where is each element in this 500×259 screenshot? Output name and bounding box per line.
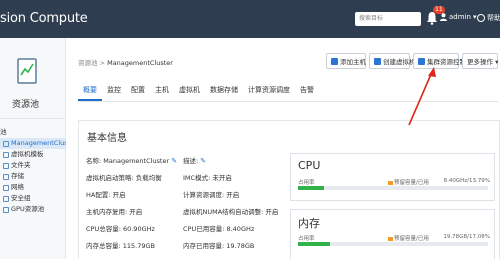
tab-hosts[interactable]: 主机: [150, 82, 174, 101]
search-input[interactable]: 搜索目标: [355, 12, 421, 26]
tree-item-folder[interactable]: 文件夹: [0, 160, 66, 171]
resource-tree: 池 ManagementCluster 虚拟机模板 文件夹 存储 网络 安全组 …: [0, 127, 66, 215]
memory-reserve-legend: 预留容量/已用: [388, 234, 443, 242]
brand-title: sion Compute: [0, 11, 88, 26]
info-description: 描述: ✎: [183, 157, 207, 165]
info-cpu-total: CPU总容量: 60.90GHz: [86, 225, 155, 233]
cluster-icon: [3, 140, 9, 147]
info-imc: IMC模式: 未开启: [183, 174, 232, 182]
info-memory-total: 内存总容量: 115.79GB: [86, 242, 155, 250]
user-name: admin: [449, 13, 471, 21]
gpu-icon: [3, 206, 9, 213]
info-numa: 虚拟机NUMA结构自动调整: 开启: [183, 208, 279, 216]
cpu-title: CPU: [298, 159, 321, 172]
folder-icon: [3, 162, 9, 169]
shield-icon: [3, 195, 9, 202]
info-right-column: 描述: ✎ IMC模式: 未开启 计算资源调度: 开启 虚拟机NUMA结构自动调…: [183, 156, 278, 258]
tab-vms[interactable]: 虚拟机: [174, 82, 205, 101]
tree-item-network[interactable]: 网络: [0, 182, 66, 193]
cluster-resource-control-button[interactable]: 集群资源控制: [413, 53, 466, 69]
cpu-card: CPU 占用率 预留容量/已用 8.40GHz/13.79%: [290, 153, 495, 201]
cpu-stats: 占用率 预留容量/已用 8.40GHz/13.79%: [298, 178, 490, 186]
template-icon: [3, 151, 9, 158]
memory-usage-bar: [298, 242, 488, 246]
edit-icon[interactable]: ✎: [171, 157, 177, 165]
user-icon: [440, 13, 447, 21]
divider: [0, 118, 66, 119]
tab-alarms[interactable]: 告警: [295, 82, 319, 101]
info-name: 名称: ManagementCluster ✎: [86, 157, 178, 165]
cpu-usage-bar: [298, 186, 488, 190]
create-vm-button[interactable]: 创建虚拟机: [369, 53, 416, 69]
create-vm-icon: [374, 57, 381, 65]
info-scheduling: 计算资源调度: 开启: [183, 191, 240, 199]
memory-stats: 占用率 预留容量/已用 19.78GB/17.08%: [298, 234, 490, 242]
tab-resource-scheduling[interactable]: 计算资源调度: [243, 82, 295, 101]
memory-value: 19.78GB/17.08%: [443, 234, 490, 240]
basic-info-panel: 基本信息 名称: ManagementCluster ✎ 虚拟机启动策略: 负载…: [78, 120, 500, 259]
help-label: 帮助: [487, 14, 500, 22]
memory-usage-fill: [298, 242, 331, 246]
info-ha: HA配置: 开启: [86, 191, 126, 199]
storage-icon: [3, 173, 9, 180]
resource-pool-icon: [17, 58, 37, 84]
tree-item-storage[interactable]: 存储: [0, 171, 66, 182]
help-menu[interactable]: 帮助: [477, 13, 500, 23]
wrench-icon: [418, 57, 425, 65]
tree-item-vm-template[interactable]: 虚拟机模板: [0, 149, 66, 160]
sidebar: 资源池 池 ManagementCluster 虚拟机模板 文件夹 存储 网络 …: [0, 38, 66, 259]
edit-icon[interactable]: ✎: [200, 157, 206, 165]
top-bar: sion Compute 搜索目标 11 admin ▾ 帮助: [0, 0, 500, 38]
cpu-usage-fill: [298, 186, 325, 190]
tab-summary[interactable]: 概要: [78, 82, 102, 101]
chevron-down-icon: ▾: [472, 13, 477, 21]
tab-bar: 概要 监控 配置 主机 虚拟机 数据存储 计算资源调度 告警: [78, 82, 498, 102]
breadcrumb-current: ManagementCluster: [107, 59, 173, 67]
tab-monitor[interactable]: 监控: [102, 82, 126, 101]
legend-swatch: [388, 236, 393, 241]
info-vm-start-policy: 虚拟机启动策略: 负载均衡: [86, 174, 162, 182]
more-actions-button[interactable]: 更多操作 ▾: [462, 53, 498, 69]
tab-datastores[interactable]: 数据存储: [205, 82, 243, 101]
info-memory-used: 内存已用容量: 19.78GB: [183, 242, 255, 250]
panel-title: 基本信息: [87, 133, 127, 144]
cpu-value: 8.40GHz/13.79%: [443, 178, 490, 184]
tab-config[interactable]: 配置: [126, 82, 150, 101]
network-icon: [3, 184, 9, 191]
user-menu[interactable]: admin ▾: [440, 13, 476, 21]
info-left-column: 名称: ManagementCluster ✎ 虚拟机启动策略: 负载均衡 HA…: [86, 156, 177, 258]
add-host-icon: [331, 57, 338, 65]
tree-root[interactable]: 池: [0, 127, 66, 138]
tree-item-management-cluster[interactable]: ManagementCluster: [0, 138, 66, 149]
info-memory-reuse: 主机内存复用: 开启: [86, 208, 143, 216]
cpu-reserve-legend: 预留容量/已用: [388, 178, 444, 186]
breadcrumb: 资源池 > ManagementCluster: [78, 59, 173, 67]
tree-item-security-group[interactable]: 安全组: [0, 193, 66, 204]
memory-card: 内存 占用率 预留容量/已用 19.78GB/17.08%: [290, 209, 495, 259]
legend-swatch: [388, 180, 393, 185]
memory-title: 内存: [298, 217, 320, 230]
tree-item-gpu-pool[interactable]: GPU资源池: [0, 204, 66, 215]
memory-rate-label: 占用率: [298, 236, 315, 242]
breadcrumb-root[interactable]: 资源池: [78, 59, 98, 67]
cpu-rate-label: 占用率: [298, 180, 315, 186]
sidebar-title: 资源池: [12, 100, 40, 110]
info-cpu-used: CPU已用容量: 8.40GHz: [183, 225, 255, 233]
help-icon: [477, 14, 485, 22]
add-host-button[interactable]: 添加主机: [326, 53, 366, 69]
